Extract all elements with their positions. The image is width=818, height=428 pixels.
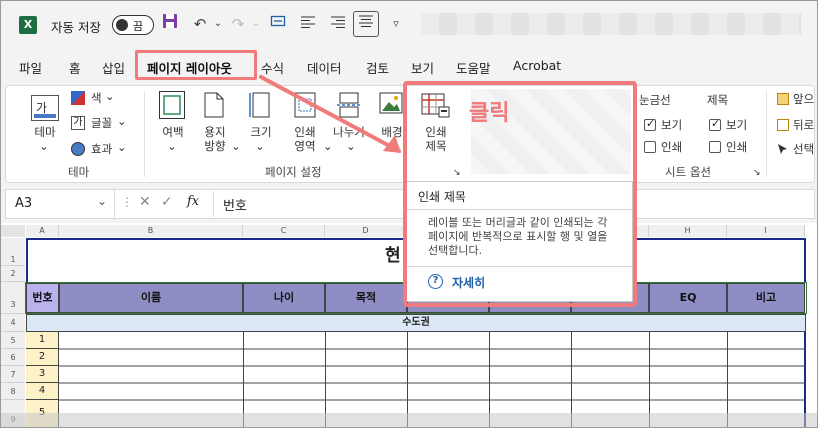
gridlines-label: 눈금선	[639, 93, 671, 107]
column-header-i[interactable]: I	[727, 225, 805, 237]
ribbon-separator	[144, 91, 145, 177]
autosave-state: 끔	[133, 20, 144, 33]
fonts-dropdown-icon[interactable]: ⌄	[117, 114, 127, 128]
column-header-h[interactable]: H	[649, 225, 727, 237]
fonts-label[interactable]: 글꼴	[91, 116, 112, 130]
tab-home[interactable]: 홈	[69, 58, 81, 77]
name-box-dropdown-icon[interactable]: ⌄	[97, 194, 107, 208]
headings-view-checkbox[interactable]	[709, 117, 721, 131]
redo-dropdown-icon[interactable]: ⌄	[245, 13, 267, 35]
header-cell-purpose[interactable]: 목적	[325, 283, 407, 313]
pointer-arrow-icon	[259, 75, 401, 153]
themes-label: 테마	[34, 125, 56, 139]
send-backward-label[interactable]: 뒤로	[793, 118, 814, 132]
themes-icon[interactable]: 가	[31, 95, 59, 121]
row-header-3[interactable]: 3	[1, 282, 25, 314]
gridlines-print-label: 인쇄	[661, 140, 683, 154]
column-header-c[interactable]: C	[243, 225, 325, 237]
gridlines-print-checkbox[interactable]	[644, 141, 656, 153]
sheet-title: 현	[385, 246, 401, 266]
function-icon[interactable]: fx	[187, 194, 199, 209]
formula-separator	[213, 191, 214, 217]
colors-label[interactable]: 색	[91, 91, 102, 105]
colors-dropdown-icon[interactable]: ⌄	[105, 89, 115, 103]
row-header-4[interactable]: 4	[1, 314, 25, 332]
theme-group-label: 테마	[68, 165, 90, 179]
row-header-2[interactable]: 2	[1, 266, 25, 282]
tab-acrobat[interactable]: Acrobat	[513, 58, 561, 73]
select-all-corner[interactable]	[1, 225, 25, 237]
section-row[interactable]: 수도권	[26, 314, 806, 332]
sheet-options-group-label: 시트 옵션	[665, 165, 711, 179]
headings-view-label: 보기	[726, 118, 748, 132]
effects-dropdown-icon[interactable]: ⌄	[117, 140, 127, 154]
margins-dropdown-icon[interactable]: ⌄	[167, 139, 177, 153]
headings-label: 제목	[707, 93, 729, 107]
selection-pane-label[interactable]: 선택	[793, 142, 814, 156]
sheet-options-dialog-launcher-icon[interactable]: ↘	[753, 166, 761, 180]
themes-dropdown-icon[interactable]: ⌄	[39, 139, 49, 153]
header-cell-age[interactable]: 나이	[243, 283, 325, 313]
align-left-icon[interactable]	[297, 13, 319, 35]
autosave-toggle[interactable]: 끔	[112, 15, 154, 35]
header-cell-number[interactable]: 번호	[26, 283, 59, 313]
column-header-a[interactable]: A	[26, 225, 59, 237]
orientation-label[interactable]: 용지 방향	[199, 125, 231, 153]
svg-text:가: 가	[36, 101, 47, 115]
excel-logo-icon: X	[19, 16, 37, 34]
callout-highlight-box	[403, 81, 637, 307]
excel-window: X 자동 저장 끔 ↶ ⌄ ↷ ⌄ ▿ 파일 홈 삽입 페이지 레이아웃 수식 …	[0, 0, 818, 428]
name-box[interactable]: A3 ⌄	[5, 189, 115, 219]
fonts-icon[interactable]: 가	[71, 116, 85, 130]
cancel-icon[interactable]: ✕	[139, 194, 151, 210]
format-icon[interactable]	[267, 13, 289, 35]
enter-icon[interactable]: ✓	[161, 194, 173, 210]
title-bar: X 자동 저장 끔 ↶ ⌄ ↷ ⌄ ▿	[1, 1, 817, 49]
bring-forward-label[interactable]: 앞으	[793, 92, 814, 106]
header-cell-eq[interactable]: EQ	[649, 283, 727, 313]
headings-print-checkbox[interactable]	[709, 141, 721, 153]
row-header-1[interactable]: 1	[1, 238, 25, 266]
column-header-d[interactable]: D	[325, 225, 407, 237]
formula-input[interactable]: 번호	[223, 195, 247, 214]
undo-dropdown-icon[interactable]: ⌄	[207, 13, 229, 35]
tab-insert[interactable]: 삽입	[102, 58, 125, 77]
selection-pane-icon[interactable]	[777, 143, 789, 155]
save-icon[interactable]	[159, 13, 181, 35]
align-box-icon[interactable]	[353, 11, 379, 37]
orientation-icon[interactable]	[203, 91, 225, 119]
toggle-knob-icon	[116, 19, 128, 31]
ribbon-separator	[766, 91, 767, 177]
margins-icon[interactable]	[159, 91, 185, 119]
blurred-document-title	[421, 13, 801, 35]
align-right-icon[interactable]	[327, 13, 349, 35]
name-box-value: A3	[15, 196, 33, 211]
customize-icon[interactable]: ▿	[385, 13, 407, 35]
colors-icon[interactable]	[71, 91, 85, 105]
margins-label[interactable]: 여백	[159, 125, 187, 139]
bring-forward-icon[interactable]	[777, 93, 789, 105]
tab-highlight-box	[135, 50, 257, 80]
column-header-b[interactable]: B	[59, 225, 243, 237]
tab-help[interactable]: 도움말	[456, 58, 491, 77]
tab-file[interactable]: 파일	[19, 58, 42, 77]
header-cell-name[interactable]: 이름	[59, 283, 243, 313]
bottom-shade	[1, 413, 817, 427]
gridlines-view-label: 보기	[661, 118, 683, 132]
header-cell-notes[interactable]: 비고	[727, 283, 805, 313]
autosave-label: 자동 저장	[51, 20, 101, 35]
effects-label[interactable]: 효과	[91, 142, 112, 156]
send-backward-icon[interactable]	[777, 119, 789, 131]
headings-print-label: 인쇄	[726, 140, 748, 154]
formula-more-icon[interactable]: ⋮	[121, 195, 133, 209]
gridlines-view-checkbox[interactable]	[644, 117, 656, 131]
orientation-dropdown-icon[interactable]: ⌄	[231, 139, 241, 153]
effects-icon[interactable]	[71, 142, 85, 156]
